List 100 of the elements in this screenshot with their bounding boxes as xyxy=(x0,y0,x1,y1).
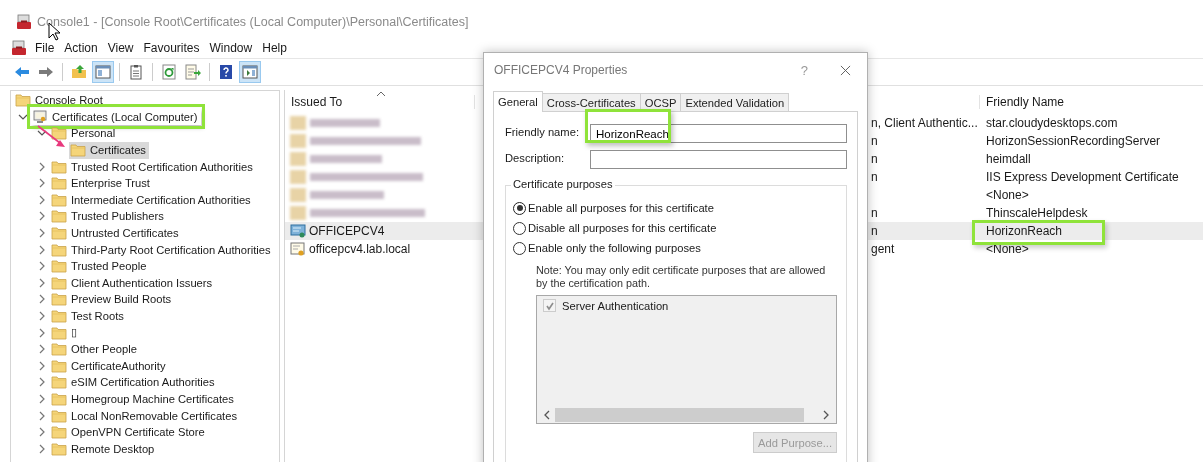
toolbar-button[interactable] xyxy=(239,61,261,83)
tab[interactable]: Cross-Certificates xyxy=(541,93,641,111)
table-cell: n xyxy=(871,170,878,184)
scroll-right-icon[interactable] xyxy=(822,410,830,420)
tree-item[interactable]: Personal xyxy=(50,125,119,142)
radio-label[interactable]: Enable only the following purposes xyxy=(528,242,701,254)
folder-icon xyxy=(51,258,67,275)
menu-item[interactable]: File xyxy=(32,41,62,55)
table-cell: star.cloudydesktops.com xyxy=(986,116,1118,130)
table-cell: n xyxy=(871,224,878,238)
tree-item[interactable]: Preview Build Roots xyxy=(50,290,175,308)
folder-icon xyxy=(70,142,86,159)
tree-item[interactable]: CertificateAuthority xyxy=(50,357,169,375)
folder-icon xyxy=(51,391,67,407)
tree-item[interactable]: Intermediate Certification Authorities xyxy=(50,191,254,209)
tree-item[interactable]: Other People xyxy=(50,340,140,358)
folder-icon xyxy=(15,92,31,109)
input-field[interactable]: HorizonReach xyxy=(590,124,847,143)
clipboard-icon xyxy=(128,64,144,80)
app-icon[interactable] xyxy=(11,40,27,56)
tree-item[interactable]: Third-Party Root Certification Authorities xyxy=(50,241,274,259)
tab[interactable]: General xyxy=(493,91,543,112)
folder-icon xyxy=(51,291,67,308)
folder-icon xyxy=(51,241,67,258)
folder-up-icon xyxy=(71,64,87,80)
table-cell: <None> xyxy=(986,242,1029,256)
refresh-icon xyxy=(161,64,177,80)
radio-label[interactable]: Enable all purposes for this certificate xyxy=(528,202,714,214)
folder-icon xyxy=(51,274,67,291)
table-cell: n, Client Authentic... xyxy=(871,116,978,130)
folder-icon xyxy=(51,440,67,457)
table-cell: heimdall xyxy=(986,152,1031,166)
tree-item[interactable]: Trusted People xyxy=(50,257,150,275)
folder-icon xyxy=(51,225,67,242)
tree-item[interactable]: Trusted Publishers xyxy=(50,207,167,225)
panel-icon xyxy=(242,64,258,80)
note-text: Note: You may only edit certificate purposes that are allowed by the certification path. xyxy=(536,264,827,290)
tree-item[interactable]: Certificates (Local Computer) xyxy=(31,108,201,126)
group-title: Certificate purposes xyxy=(511,178,615,190)
table-cell[interactable]: officepcv4.lab.local xyxy=(309,242,411,256)
folder-icon xyxy=(51,357,67,374)
folder-icon xyxy=(51,308,67,324)
folder-icon xyxy=(51,158,67,175)
window-title: Console1 - [Console Root\Certificates (Local Computer)\Personal\Certificates] xyxy=(37,15,469,29)
menu-item[interactable]: Favourites xyxy=(140,41,207,55)
menu-item[interactable]: Window xyxy=(206,41,260,55)
table-cell: n xyxy=(871,152,878,166)
tab[interactable]: Extended Validation xyxy=(680,93,790,111)
field-label: Friendly name: xyxy=(505,125,580,138)
scroll-left-icon[interactable] xyxy=(543,410,551,420)
table-cell: <None> xyxy=(986,188,1029,202)
forward-arrow-icon xyxy=(38,64,54,80)
table-cell: HorizonReach xyxy=(972,220,1106,245)
table-cell: IIS Express Development Certificate xyxy=(986,170,1179,184)
tree-item[interactable]: Console Root xyxy=(14,91,106,109)
menu-item[interactable]: Action xyxy=(61,41,105,55)
column-header[interactable]: Friendly Name xyxy=(979,95,1203,109)
sort-caret-icon xyxy=(376,91,386,97)
menu-item[interactable]: Help xyxy=(259,41,294,55)
folder-icon xyxy=(51,374,67,391)
toolbar-button[interactable] xyxy=(92,61,114,83)
menu-item[interactable]: View xyxy=(104,41,141,55)
table-cell: gent xyxy=(871,242,895,256)
app-icon xyxy=(16,14,32,30)
back-arrow-icon xyxy=(14,64,30,80)
tree-item[interactable]: Test Roots xyxy=(50,307,127,325)
folder-icon xyxy=(51,175,67,192)
tree-item[interactable]: Local NonRemovable Certificates xyxy=(50,407,241,425)
column-header[interactable]: Issued To xyxy=(285,95,475,109)
field-label: Description: xyxy=(505,151,566,164)
tree-item[interactable]: Untrusted Certificates xyxy=(50,224,182,242)
radio-label[interactable]: Disable all purposes for this certificate xyxy=(528,222,717,234)
tree-item[interactable]: OpenVPN Certificate Store xyxy=(50,423,208,441)
folder-icon xyxy=(51,191,67,208)
tree-item[interactable]: ▯ xyxy=(50,324,80,342)
folder-icon xyxy=(51,424,67,441)
tree-item[interactable]: Certificates xyxy=(69,141,149,159)
tree-item[interactable]: Client Authentication Issuers xyxy=(50,274,216,292)
folder-icon xyxy=(51,125,67,142)
folder-icon xyxy=(51,324,67,341)
folder-icon xyxy=(51,208,67,225)
close-icon[interactable] xyxy=(840,64,851,76)
tree-item[interactable]: Trusted Root Certification Authorities xyxy=(50,158,256,176)
help-icon xyxy=(218,64,234,80)
tree-item[interactable]: Remote Desktop xyxy=(50,440,158,458)
tree-item[interactable]: Homegroup Machine Certificates xyxy=(50,390,237,408)
table-cell: ThinscaleHelpdesk xyxy=(986,206,1088,220)
export-list-icon xyxy=(185,64,201,80)
tree-item[interactable]: Enterprise Trust xyxy=(50,174,153,192)
table-cell: n xyxy=(871,206,878,220)
folder-icon xyxy=(51,407,67,424)
panel-icon xyxy=(95,64,111,80)
folder-icon xyxy=(51,341,67,358)
certificate-store-icon xyxy=(32,108,48,125)
tree-item[interactable]: eSIM Certification Authorities xyxy=(50,373,218,391)
input-field[interactable] xyxy=(590,150,847,169)
table-cell: HorizonSessionRecordingServer xyxy=(986,134,1161,148)
dialog-title: OFFICEPCV4 Properties xyxy=(494,63,629,77)
table-cell: n xyxy=(871,134,878,148)
annotation-arrow xyxy=(36,124,68,150)
